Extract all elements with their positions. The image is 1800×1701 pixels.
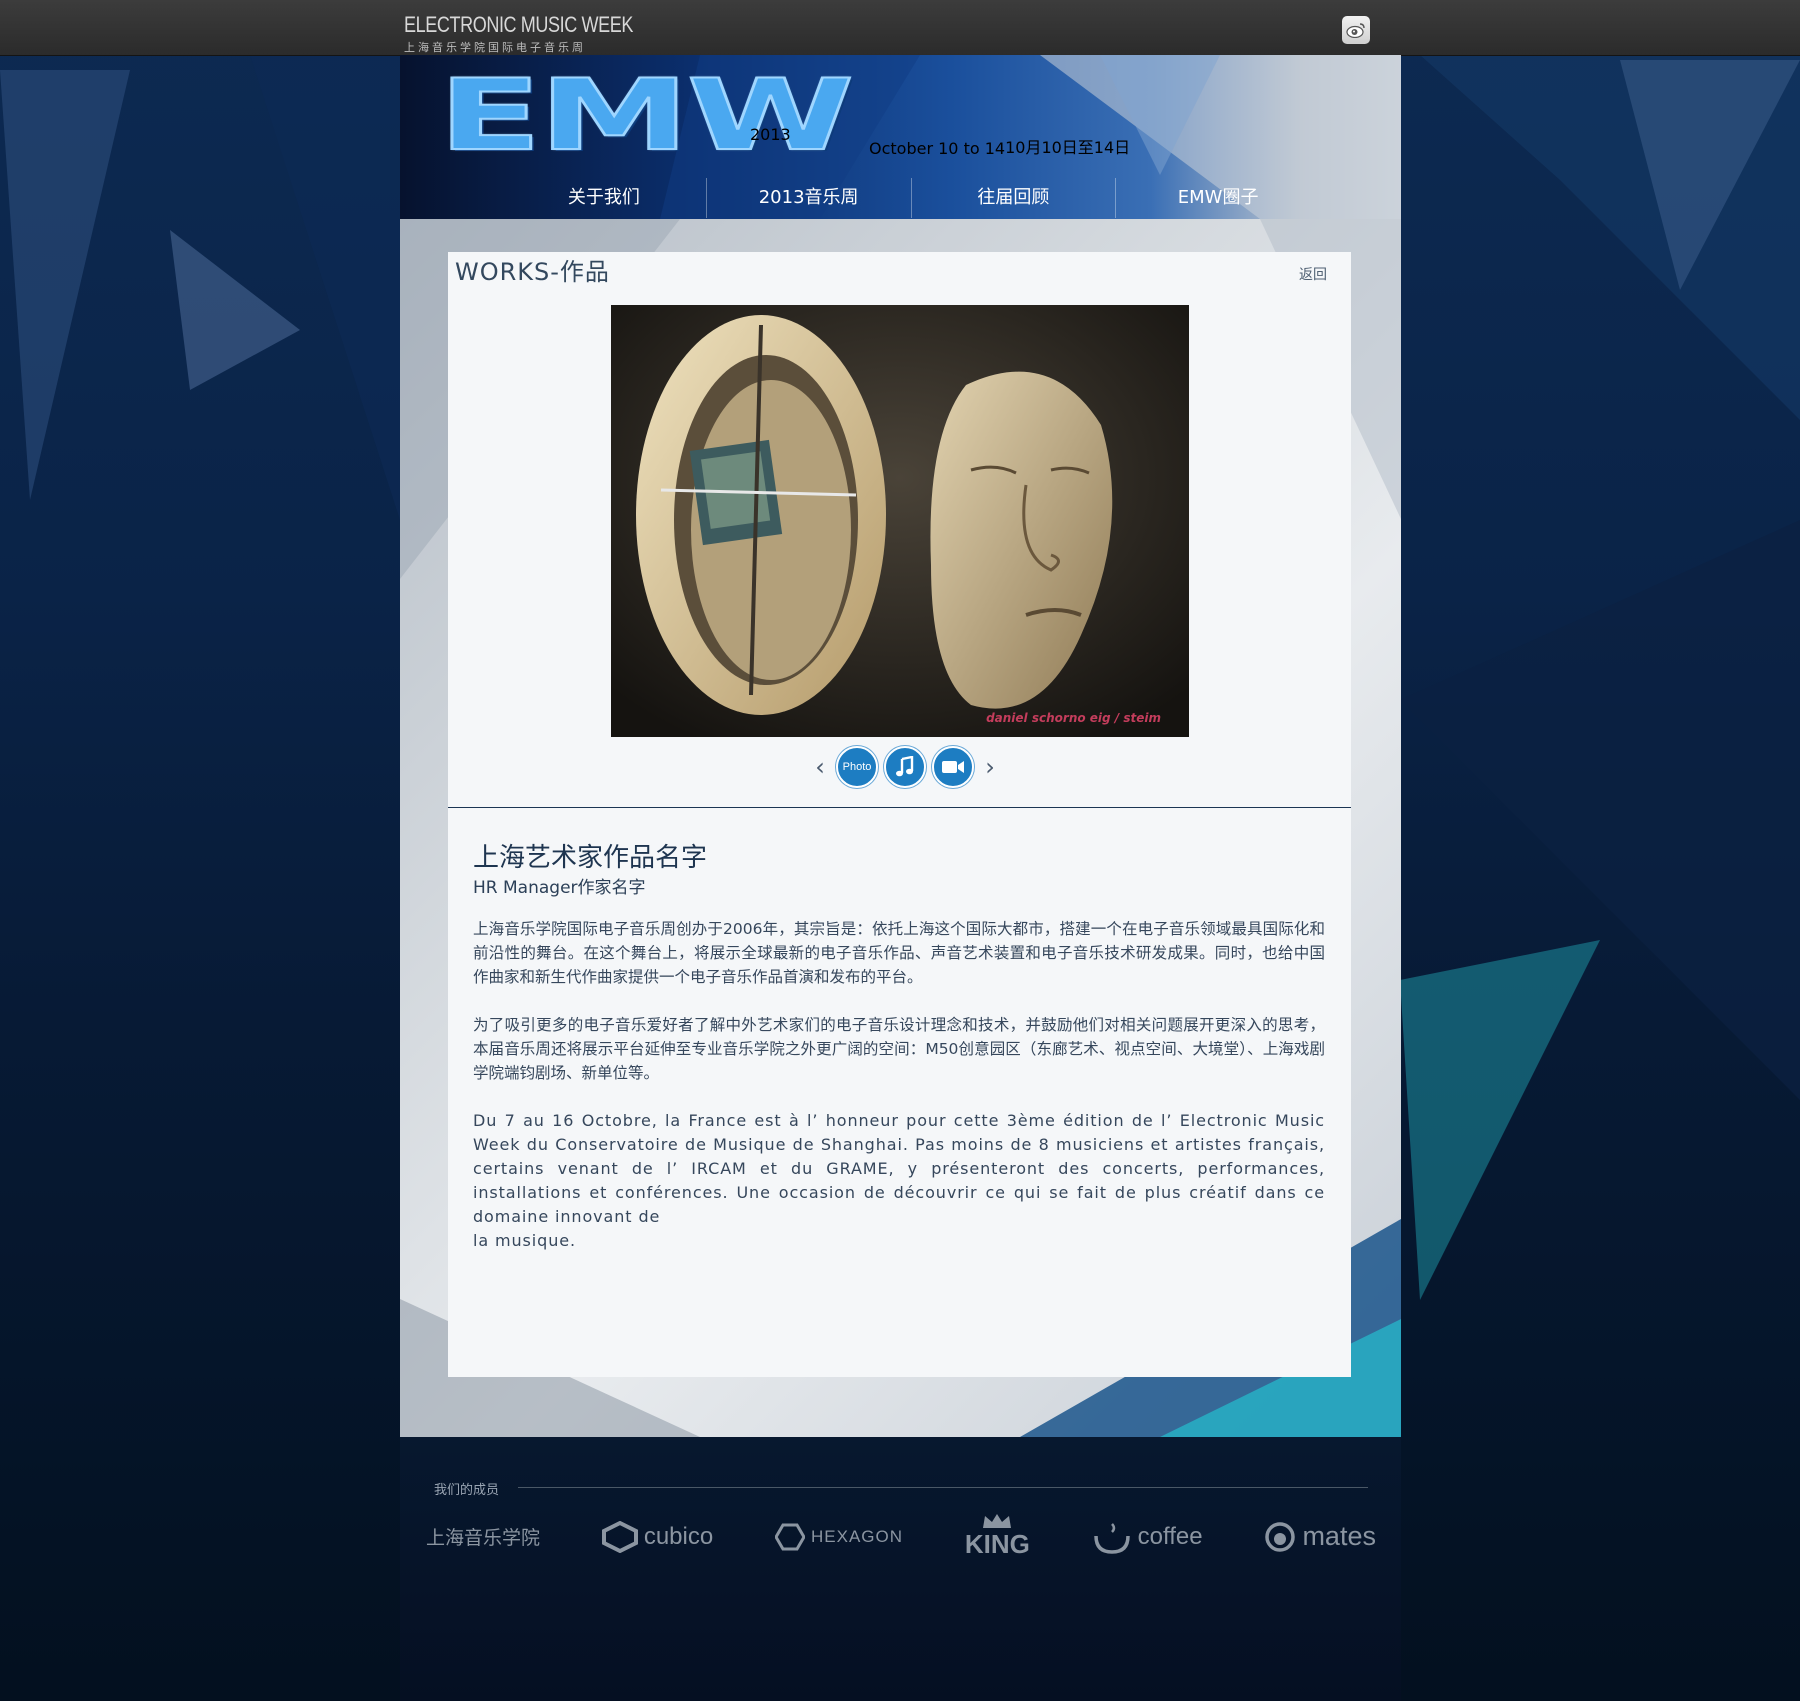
sponsor-logo-cubico[interactable]: cubico <box>601 1520 714 1553</box>
hexagon-icon <box>775 1523 806 1550</box>
sponsor-logo-mates[interactable]: mates <box>1264 1521 1376 1553</box>
back-link[interactable]: 返回 <box>1299 264 1327 284</box>
weibo-icon[interactable] <box>1342 16 1370 44</box>
nav-item-2013-week[interactable]: 2013音乐周 <box>707 178 912 218</box>
members-divider <box>518 1487 1368 1488</box>
work-author: HR Manager作家名字 <box>473 878 646 898</box>
sponsor-logo-king[interactable]: KING <box>965 1513 1030 1560</box>
sponsor-name: HEXAGON <box>811 1526 904 1546</box>
main-column: EMW 2013 October 10 to 14 10月10日至14日 关于我… <box>400 55 1401 1701</box>
works-panel: WORKS-作品 返回 daniel schorno eig / steim ‹… <box>448 252 1351 1377</box>
sponsor-name: KING <box>964 1529 1030 1559</box>
logo-year: 2013 <box>750 125 791 144</box>
brand-english: ELECTRONIC MUSIC WEEK <box>404 12 633 37</box>
work-title: 上海艺术家作品名字 <box>473 843 708 873</box>
sponsor-name: cubico <box>643 1522 714 1550</box>
sponsor-logo-shcm[interactable]: 上海音乐学院 <box>426 1523 540 1550</box>
chevron-left-icon[interactable]: ‹ <box>810 753 830 781</box>
site-brand[interactable]: ELECTRONIC MUSIC WEEK 上海音乐学院国际电子音乐周 <box>404 12 683 55</box>
sponsor-logo-hexagon[interactable]: HEXAGON <box>775 1523 903 1551</box>
nav-item-emw-circle[interactable]: EMW圈子 <box>1116 178 1320 218</box>
sponsor-logo-coffee[interactable]: coffee <box>1092 1518 1203 1556</box>
video-camera-icon[interactable] <box>932 746 974 788</box>
header-banner: EMW 2013 October 10 to 14 10月10日至14日 关于我… <box>400 55 1401 219</box>
logo-text: EMW <box>436 59 855 173</box>
work-photo[interactable]: daniel schorno eig / steim <box>611 305 1189 737</box>
emw-logo[interactable]: EMW <box>436 66 855 166</box>
members-label: 我们的成员 <box>434 1483 500 1498</box>
divider <box>448 807 1351 808</box>
cube-icon <box>601 1520 638 1553</box>
sponsor-name: mates <box>1302 1521 1376 1551</box>
top-bar: ELECTRONIC MUSIC WEEK 上海音乐学院国际电子音乐周 <box>0 0 1800 56</box>
footer: 我们的成员 上海音乐学院 cubico HEXAGON KING coffee <box>400 1437 1401 1701</box>
dates-chinese: 10月10日至14日 <box>1005 138 1131 157</box>
description-paragraph: Du 7 au 16 Octobre, la France est à l’ h… <box>473 1111 1325 1226</box>
sponsor-name: 上海音乐学院 <box>426 1527 541 1549</box>
nav-item-history[interactable]: 往届回顾 <box>912 178 1117 218</box>
content-area: WORKS-作品 返回 daniel schorno eig / steim ‹… <box>400 219 1401 1437</box>
description-paragraph: la musique. <box>473 1231 576 1250</box>
dates-english: October 10 to 14 <box>869 139 1006 158</box>
photo-button[interactable]: Photo <box>836 746 878 788</box>
description-paragraph: 为了吸引更多的电子音乐爱好者了解中外艺术家们的电子音乐设计理念和技术，并鼓励他们… <box>473 1016 1325 1082</box>
work-description: 上海音乐学院国际电子音乐周创办于2006年，其宗旨是：依托上海这个国际大都市，搭… <box>473 917 1325 1277</box>
chevron-right-icon[interactable]: › <box>980 753 1000 781</box>
description-paragraph: 上海音乐学院国际电子音乐周创办于2006年，其宗旨是：依托上海这个国际大都市，搭… <box>473 920 1325 986</box>
media-controls: ‹ Photo › <box>810 746 1000 788</box>
sponsor-list: 上海音乐学院 cubico HEXAGON KING coffee mates <box>426 1513 1376 1560</box>
crown-icon <box>983 1514 1012 1528</box>
mates-icon <box>1265 1521 1296 1552</box>
main-nav: 关于我们 2013音乐周 往届回顾 EMW圈子 <box>502 178 1320 218</box>
event-dates: October 10 to 14 10月10日至14日 <box>869 134 1130 158</box>
section-title: WORKS-作品 <box>455 258 610 286</box>
nav-item-about[interactable]: 关于我们 <box>502 178 707 218</box>
sponsor-name: coffee <box>1137 1522 1203 1550</box>
photo-caption: daniel schorno eig / steim <box>986 711 1161 725</box>
brand-chinese: 上海音乐学院国际电子音乐周 <box>404 41 586 54</box>
coffee-cup-icon <box>1093 1522 1130 1554</box>
music-note-icon[interactable] <box>884 746 926 788</box>
